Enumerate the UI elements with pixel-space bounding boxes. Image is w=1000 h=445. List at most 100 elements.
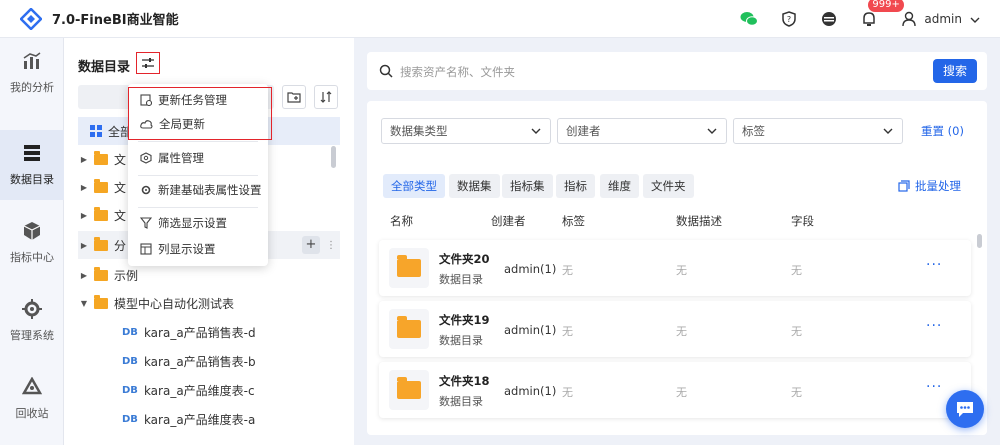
more-icon[interactable]: ···	[926, 257, 942, 273]
chart-icon	[23, 52, 41, 69]
add-item-button[interactable]: +	[302, 236, 320, 254]
menu-item-column-display[interactable]: 列显示设置	[128, 237, 268, 261]
chat-assistant-button[interactable]	[946, 390, 984, 428]
creator-select[interactable]: 创建者	[557, 118, 727, 144]
user-name[interactable]: admin	[924, 12, 962, 26]
tab-all-types[interactable]: 全部类型	[383, 174, 445, 198]
menu-divider	[138, 207, 258, 208]
chevron-down-icon[interactable]	[970, 12, 980, 26]
tree-item-folder[interactable]: ▼ 模型中心自动化测试表	[78, 289, 340, 317]
content-scrollbar[interactable]	[977, 234, 982, 248]
database-icon	[24, 145, 40, 161]
nav-label: 我的分析	[10, 81, 54, 94]
theme-icon[interactable]	[820, 10, 838, 28]
folder-plus-icon	[287, 92, 301, 103]
row-location: 数据目录	[439, 273, 483, 286]
chevron-down-icon	[531, 128, 541, 134]
sort-button[interactable]	[314, 85, 338, 109]
dataset-type-select[interactable]: 数据集类型	[381, 118, 551, 144]
asset-search-bar: 搜索资产名称、文件夹 搜索	[367, 52, 987, 90]
tree-item-table[interactable]: DB kara_a产品维度表-a	[78, 405, 340, 433]
tab-metric-set[interactable]: 指标集	[502, 174, 553, 198]
row-location: 数据目录	[439, 395, 483, 408]
new-folder-button[interactable]	[282, 85, 306, 109]
row-description: 无	[676, 386, 687, 399]
db-icon: DB	[122, 384, 138, 396]
filter-icon	[140, 217, 152, 229]
shield-icon[interactable]: ?	[780, 10, 798, 28]
caret-right-icon: ▶	[80, 210, 88, 220]
nav-label: 数据目录	[10, 173, 54, 186]
folder-icon	[94, 150, 108, 165]
caret-right-icon: ▶	[80, 270, 88, 280]
folder-open-icon	[94, 294, 108, 309]
tab-dimension[interactable]: 维度	[600, 174, 639, 198]
nav-management[interactable]: 管理系统	[0, 286, 64, 356]
app-title: 7.0-FineBI商业智能	[52, 13, 179, 28]
finebi-logo-icon[interactable]	[19, 6, 43, 31]
row-description: 无	[676, 264, 687, 277]
row-creator: admin(1)	[504, 323, 557, 337]
chevron-down-icon	[707, 128, 717, 134]
more-vertical-icon[interactable]: ⋮	[326, 240, 336, 251]
asset-list-panel: 数据集类型 创建者 标签 重置 (0) 全部类型 数据集 指标集 指标 维度 文…	[367, 101, 987, 435]
menu-item-update-task[interactable]: 更新任务管理	[128, 88, 268, 112]
batch-process-button[interactable]: 批量处理	[898, 178, 961, 194]
folder-icon	[94, 266, 108, 281]
db-icon: DB	[122, 413, 138, 425]
table-row[interactable]: 文件夹20 数据目录 admin(1) 无 无 无 ···	[379, 240, 971, 296]
folder-icon	[94, 206, 108, 221]
cube-icon	[23, 222, 41, 240]
row-name: 文件夹19	[439, 313, 490, 327]
top-bar: 7.0-FineBI商业智能 ? 999+ admin	[0, 0, 1000, 38]
wechat-icon[interactable]	[740, 10, 759, 28]
table-row[interactable]: 文件夹19 数据目录 admin(1) 无 无 无 ···	[379, 301, 971, 357]
nav-recycle-bin[interactable]: 回收站	[0, 364, 64, 434]
menu-item-global-update[interactable]: 全局更新	[128, 112, 268, 136]
catalog-settings-menu: 更新任务管理 全局更新 属性管理 新建基础表属性设置 筛选显示设置 列显示设置	[128, 84, 268, 266]
tree-item-table[interactable]: DB kara_a产品销售表-d	[78, 318, 340, 346]
folder-icon	[389, 309, 429, 349]
folder-icon	[94, 236, 108, 251]
tab-dataset[interactable]: 数据集	[449, 174, 500, 198]
table-row[interactable]: 文件夹18 数据目录 admin(1) 无 无 无 ···	[379, 362, 971, 418]
gear-icon	[22, 299, 42, 319]
column-header-name: 名称	[390, 214, 413, 228]
nav-label: 回收站	[15, 407, 49, 420]
nav-my-analysis[interactable]: 我的分析	[0, 38, 64, 108]
tree-item-table[interactable]: DB kara_a产品维度表-c	[78, 376, 340, 404]
tab-folder[interactable]: 文件夹	[643, 174, 694, 198]
menu-item-new-base-table-property[interactable]: 新建基础表属性设置	[128, 178, 268, 202]
menu-divider	[138, 141, 258, 142]
bell-icon[interactable]: 999+	[860, 0, 904, 28]
row-tag: 无	[562, 264, 573, 277]
column-header-description: 数据描述	[676, 214, 722, 228]
left-nav: 我的分析 数据目录 指标中心 管理系统 回收站	[0, 38, 64, 445]
tab-metric[interactable]: 指标	[556, 174, 595, 198]
tree-item-table[interactable]: DB kara_a产品销售表-b	[78, 347, 340, 375]
user-icon[interactable]	[900, 10, 918, 28]
catalog-scrollbar[interactable]	[331, 146, 336, 168]
folder-icon	[389, 248, 429, 288]
more-icon[interactable]: ···	[926, 379, 942, 395]
column-header-fields: 字段	[791, 214, 814, 228]
menu-item-filter-display[interactable]: 筛选显示设置	[128, 211, 268, 235]
asset-search-input[interactable]: 搜索资产名称、文件夹	[400, 64, 515, 80]
catalog-settings-button[interactable]	[136, 52, 160, 74]
caret-down-icon: ▼	[80, 298, 88, 308]
chevron-down-icon	[883, 128, 893, 134]
nav-data-catalog[interactable]: 数据目录	[0, 130, 64, 200]
nav-metric-center[interactable]: 指标中心	[0, 208, 64, 278]
row-description: 无	[676, 325, 687, 338]
chat-icon	[957, 402, 973, 417]
reset-filters-link[interactable]: 重置 (0)	[921, 123, 964, 139]
caret-right-icon: ▶	[80, 182, 88, 192]
row-location: 数据目录	[439, 334, 483, 347]
copy-icon	[898, 180, 910, 192]
folder-icon	[389, 370, 429, 410]
row-fields: 无	[791, 386, 802, 399]
more-icon[interactable]: ···	[926, 318, 942, 334]
tag-select[interactable]: 标签	[733, 118, 903, 144]
search-button[interactable]: 搜索	[933, 59, 977, 83]
menu-item-property-management[interactable]: 属性管理	[128, 146, 268, 170]
